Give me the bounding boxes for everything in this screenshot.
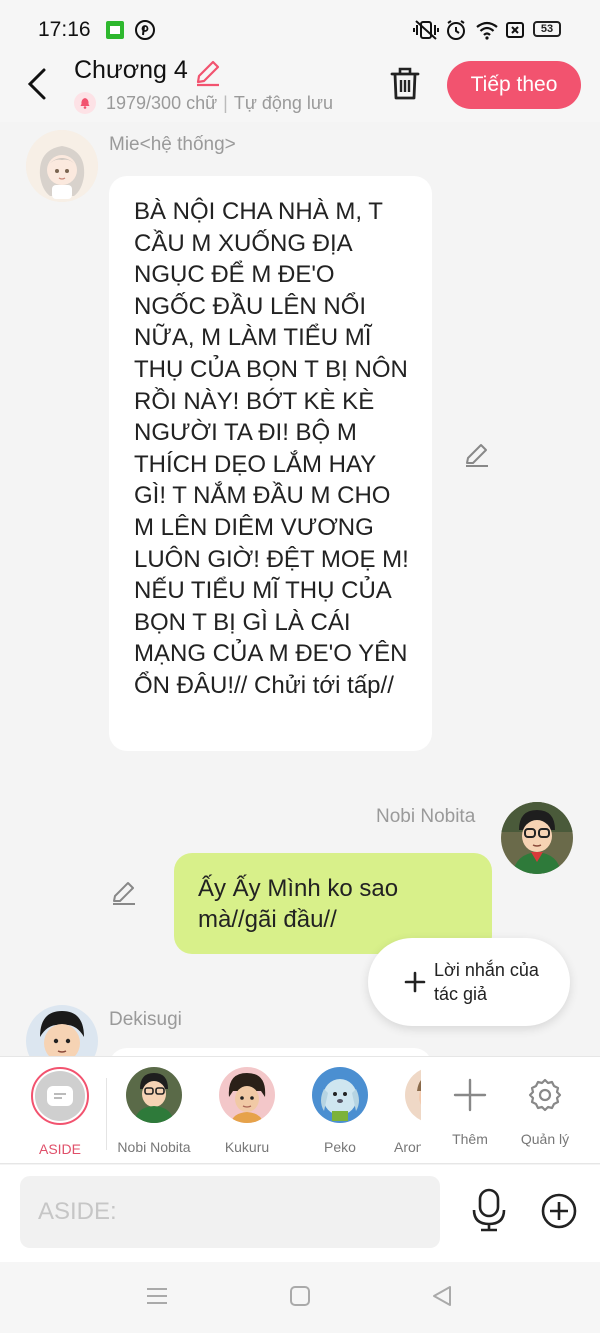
edit-message-pencil-icon[interactable]: [110, 879, 138, 907]
add-plus-icon: [442, 1067, 498, 1123]
plus-circle-icon: [541, 1193, 577, 1229]
character-label: Nobi Nobita: [117, 1139, 191, 1155]
microphone-button[interactable]: [470, 1188, 508, 1232]
plus-icon: [404, 971, 426, 993]
nobita-avatar: [126, 1067, 182, 1123]
aron-avatar: [405, 1067, 421, 1123]
battery-indicator: 53: [533, 21, 561, 37]
add-attachment-button[interactable]: [540, 1192, 578, 1230]
character-label: Aron: [394, 1139, 421, 1155]
edit-title-pencil-icon[interactable]: [193, 58, 223, 93]
menu-nav-icon[interactable]: [145, 1284, 169, 1313]
manage-characters-button[interactable]: Quản lý: [500, 1067, 590, 1147]
author-note-button[interactable]: Lời nhắn của tác giả: [368, 938, 570, 1026]
character-peko[interactable]: Peko: [295, 1067, 385, 1155]
autosave-label: Tự động lưu: [233, 92, 333, 113]
peko-avatar: [312, 1067, 368, 1123]
character-label: ASIDE: [38, 1141, 81, 1157]
delete-button[interactable]: [386, 64, 424, 102]
microphone-icon: [472, 1188, 506, 1232]
alarm-icon: [445, 18, 467, 42]
word-counter: 1979/300 chữ: [106, 92, 218, 113]
sender-name: Mie<hệ thống>: [109, 134, 236, 155]
character-aside[interactable]: ASIDE: [15, 1067, 105, 1157]
sender-name: Nobi Nobita: [376, 806, 476, 827]
character-label: Kukuru: [224, 1139, 270, 1155]
character-aron[interactable]: Aron: [383, 1067, 421, 1155]
character-aron-clip: Aron: [383, 1057, 421, 1163]
message-bubble[interactable]: BÀ NỘI CHA NHÀ M, T CẦU M XUỐNG ĐỊA NGỤC…: [109, 176, 432, 751]
character-bar: ASIDE Nobi Nobita Kukuru Peko Aron Thêm …: [0, 1056, 600, 1164]
home-nav-icon[interactable]: [288, 1284, 312, 1313]
separator: |: [223, 92, 228, 113]
character-label: Peko: [324, 1139, 356, 1155]
status-time: 17:16: [38, 18, 91, 41]
app-notification-icon: [105, 18, 125, 42]
back-button[interactable]: [22, 64, 54, 104]
sim-icon: [505, 18, 525, 42]
manage-label: Quản lý: [520, 1131, 570, 1147]
character-kukuru[interactable]: Kukuru: [202, 1067, 292, 1155]
divider: [106, 1078, 107, 1150]
back-nav-icon[interactable]: [430, 1284, 454, 1313]
chevron-left-icon: [27, 68, 46, 100]
aside-avatar: [31, 1067, 89, 1125]
author-note-label: Lời nhắn của tác giả: [434, 960, 539, 1004]
sender-name: Dekisugi: [109, 1009, 182, 1030]
bell-icon: [74, 92, 96, 114]
gear-icon: [517, 1067, 573, 1123]
character-nobi-nobita[interactable]: Nobi Nobita: [109, 1067, 199, 1155]
kukuru-avatar: [219, 1067, 275, 1123]
vibrate-icon: [413, 18, 439, 42]
trash-icon: [390, 67, 420, 100]
message-input[interactable]: [20, 1176, 440, 1248]
pinterest-icon: [135, 18, 155, 42]
edit-message-pencil-icon[interactable]: [463, 441, 491, 469]
word-count-row: 1979/300 chữ | Tự động lưu: [74, 91, 333, 115]
nobita-avatar[interactable]: [501, 802, 573, 874]
mie-avatar[interactable]: [26, 130, 98, 202]
chat-bubble-icon: [47, 1086, 73, 1106]
chapter-title[interactable]: Chương 4: [74, 56, 188, 85]
next-button[interactable]: Tiếp theo: [447, 61, 581, 109]
wifi-icon: [475, 18, 499, 42]
